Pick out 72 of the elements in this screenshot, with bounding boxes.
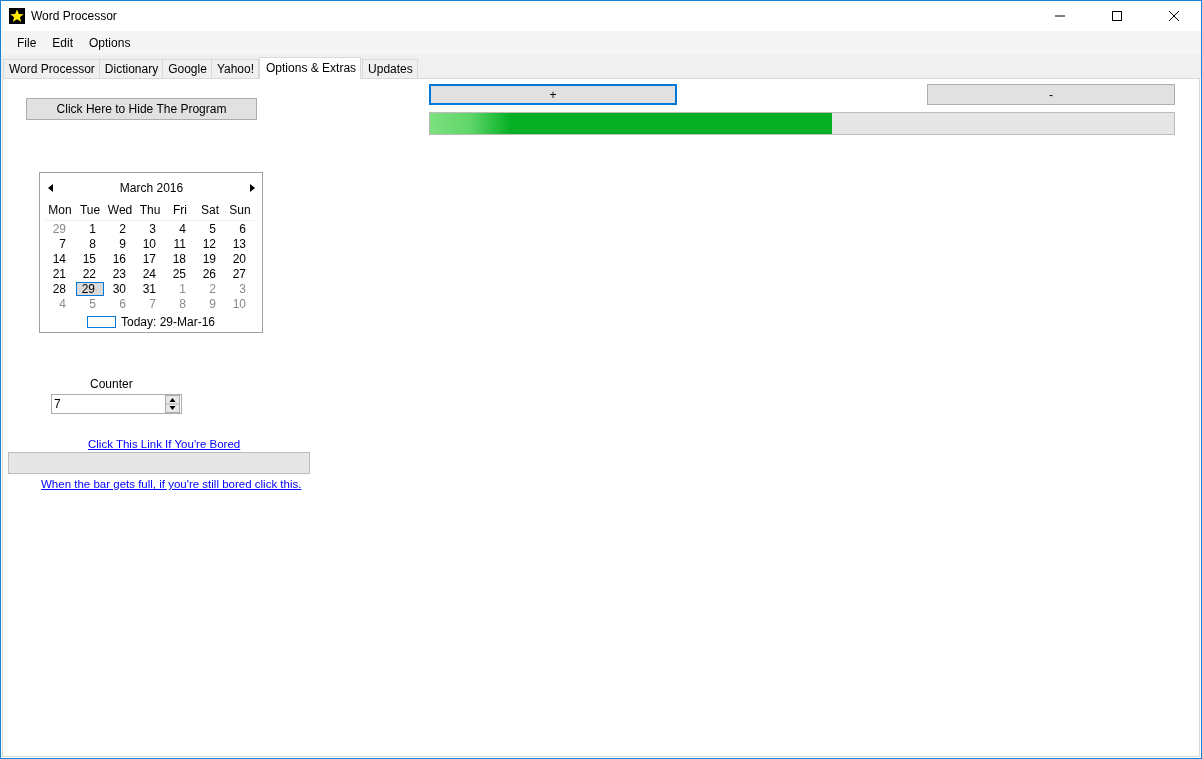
calendar-day[interactable]: 9 <box>106 237 134 251</box>
counter-label: Counter <box>90 377 133 391</box>
tab[interactable]: Yahoo! <box>210 59 260 78</box>
calendar-day[interactable]: 15 <box>76 252 104 266</box>
weekday-label: Tue <box>75 203 105 221</box>
calendar-day[interactable]: 11 <box>166 237 194 251</box>
tab[interactable]: Word Processor <box>3 59 100 78</box>
still-bored-link[interactable]: When the bar gets full, if you're still bored click this. <box>41 478 302 490</box>
bored-link[interactable]: Click This Link If You're Bored <box>88 438 241 450</box>
calendar-day[interactable]: 8 <box>76 237 104 251</box>
tab[interactable]: Options & Extras <box>259 57 362 79</box>
calendar-day[interactable]: 21 <box>46 267 74 281</box>
calendar-day[interactable]: 27 <box>226 267 254 281</box>
calendar-day[interactable]: 10 <box>226 297 254 311</box>
calendar-day[interactable]: 8 <box>166 297 194 311</box>
calendar-day[interactable]: 12 <box>196 237 224 251</box>
calendar-day[interactable]: 4 <box>166 222 194 236</box>
calendar-day[interactable]: 2 <box>196 282 224 296</box>
calendar-day[interactable]: 28 <box>46 282 74 296</box>
calendar-day[interactable]: 3 <box>226 282 254 296</box>
calendar-day[interactable]: 19 <box>196 252 224 266</box>
menu-item[interactable]: File <box>9 36 45 50</box>
window-title: Word Processor <box>31 9 117 23</box>
calendar-day[interactable]: 31 <box>136 282 164 296</box>
calendar-day[interactable]: 13 <box>226 237 254 251</box>
close-icon[interactable] <box>1168 10 1180 22</box>
calendar-day[interactable]: 20 <box>226 252 254 266</box>
spin-arrows-icon[interactable] <box>165 395 180 413</box>
weekday-label: Mon <box>45 203 75 221</box>
calendar-day[interactable]: 16 <box>106 252 134 266</box>
calendar-day[interactable]: 23 <box>106 267 134 281</box>
calendar-day[interactable]: 26 <box>196 267 224 281</box>
calendar-day[interactable]: 18 <box>166 252 194 266</box>
calendar-day[interactable]: 17 <box>136 252 164 266</box>
calendar-day[interactable]: 6 <box>106 297 134 311</box>
calendar-day[interactable]: 6 <box>226 222 254 236</box>
tab[interactable]: Google <box>162 59 212 78</box>
calendar-day[interactable]: 5 <box>196 222 224 236</box>
today-link[interactable]: Today: 29-Mar-16 <box>120 315 215 329</box>
previous-month-icon[interactable] <box>48 184 53 192</box>
calendar-day[interactable]: 25 <box>166 267 194 281</box>
calendar-day[interactable]: 22 <box>76 267 104 281</box>
plus-button[interactable]: + <box>429 84 677 105</box>
calendar-day[interactable]: 5 <box>76 297 104 311</box>
menu-item[interactable]: Edit <box>44 36 82 50</box>
star-icon <box>9 8 25 24</box>
counter-spinbox[interactable]: 7 <box>51 394 182 414</box>
calendar-day[interactable]: 1 <box>76 222 104 236</box>
calendar-day[interactable]: 14 <box>46 252 74 266</box>
calendar-day[interactable]: 9 <box>196 297 224 311</box>
next-month-icon[interactable] <box>250 184 255 192</box>
today-marker <box>86 316 116 328</box>
weekday-label: Wed <box>105 203 135 221</box>
weekday-label: Fri <box>165 203 195 221</box>
tab[interactable]: Updates <box>362 59 418 78</box>
weekday-label: Thu <box>135 203 165 221</box>
hide-program-button[interactable]: Click Here to Hide The Program <box>26 98 257 120</box>
calendar-day[interactable]: 24 <box>136 267 164 281</box>
menu-item[interactable]: Options <box>81 36 139 50</box>
calendar-day[interactable]: 3 <box>136 222 164 236</box>
calendar-day[interactable]: 29 <box>76 282 104 296</box>
calendar-day[interactable]: 2 <box>106 222 134 236</box>
weekday-label: Sat <box>195 203 225 221</box>
calendar-day[interactable]: 7 <box>46 237 74 251</box>
weekday-label: Sun <box>225 203 255 221</box>
calendar-day[interactable]: 29 <box>46 222 74 236</box>
tab[interactable]: Dictionary <box>98 59 164 78</box>
month-title: March 2016 <box>119 181 184 195</box>
maximize-icon[interactable] <box>1111 10 1123 22</box>
calendar-day[interactable]: 10 <box>136 237 164 251</box>
minus-button[interactable]: - <box>927 84 1175 105</box>
calendar-day[interactable]: 30 <box>106 282 134 296</box>
